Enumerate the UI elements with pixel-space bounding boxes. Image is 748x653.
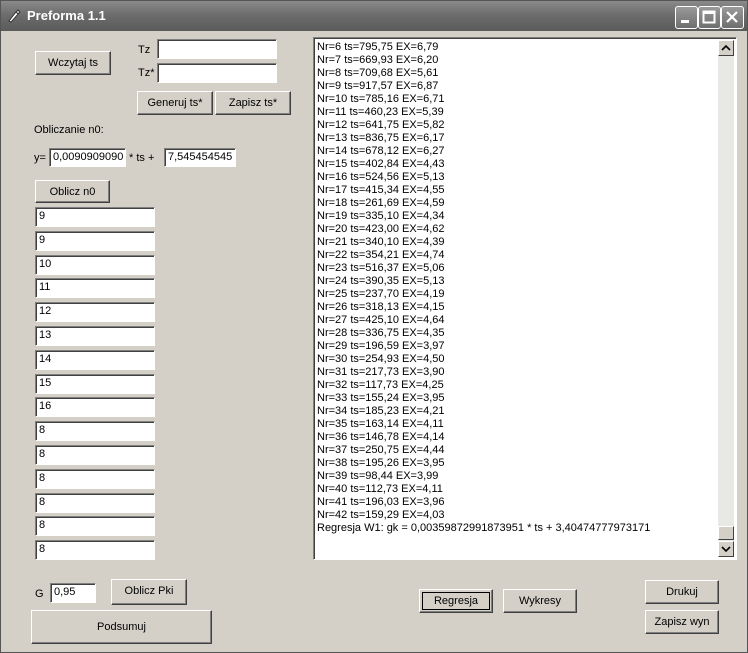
n0-heading: Obliczanie n0: <box>34 124 104 136</box>
chevron-up-icon <box>721 44 731 51</box>
n0-value-field[interactable]: 12 <box>35 302 155 323</box>
result-line: Nr=20 ts=423,00 EX=4,62 <box>317 223 445 235</box>
n0-value-field[interactable]: 8 <box>35 468 155 489</box>
charts-button[interactable]: Wykresy <box>503 589 577 613</box>
results-text: Nr=6 ts=795,75 EX=6,79 Nr=7 ts=669,93 EX=… <box>317 41 717 555</box>
close-button[interactable] <box>721 6 744 29</box>
result-line: Nr=42 ts=159,29 EX=4,03 <box>317 509 445 521</box>
result-line: Nr=14 ts=678,12 EX=6,27 <box>317 145 445 157</box>
result-line: Nr=30 ts=254,93 EX=4,50 <box>317 353 445 365</box>
n0-value-field[interactable]: 15 <box>35 373 155 394</box>
result-line: Nr=23 ts=516,37 EX=5,06 <box>317 262 445 274</box>
print-button[interactable]: Drukuj <box>645 580 719 604</box>
results-memo[interactable]: Nr=6 ts=795,75 EX=6,79 Nr=7 ts=669,93 EX=… <box>313 37 737 560</box>
result-line: Nr=21 ts=340,10 EX=4,39 <box>317 236 445 248</box>
result-line: Nr=25 ts=237,70 EX=4,19 <box>317 288 445 300</box>
tzstar-label: Tz* <box>138 67 155 79</box>
g-label: G <box>35 588 44 600</box>
result-line: Nr=33 ts=155,24 EX=3,95 <box>317 392 445 404</box>
result-line: Nr=24 ts=390,35 EX=5,13 <box>317 275 445 287</box>
scroll-thumb[interactable] <box>718 526 734 540</box>
result-line: Nr=37 ts=250,75 EX=4,44 <box>317 444 445 456</box>
maximize-button[interactable] <box>698 6 721 29</box>
close-icon <box>726 11 738 23</box>
scroll-down-button[interactable] <box>718 541 734 557</box>
n0-value-field[interactable]: 16 <box>35 397 155 418</box>
result-line: Nr=17 ts=415,34 EX=4,55 <box>317 184 445 196</box>
client-area: Wczytaj ts Tz Tz* Generuj ts* Zapisz ts*… <box>5 31 743 648</box>
window-title: Preforma 1.1 <box>27 8 106 23</box>
result-line: Nr=35 ts=163,14 EX=4,11 <box>317 418 444 430</box>
result-line: Nr=10 ts=785,16 EX=6,71 <box>317 93 445 105</box>
save-results-button[interactable]: Zapisz wyn <box>645 610 719 634</box>
n0-value-field[interactable]: 8 <box>35 492 155 513</box>
tz-field[interactable] <box>157 39 277 59</box>
result-line: Nr=18 ts=261,69 EX=4,59 <box>317 197 445 209</box>
tzstar-field[interactable] <box>157 63 277 83</box>
n0-value-field[interactable]: 11 <box>35 278 155 299</box>
ts-label: * ts + <box>129 152 155 164</box>
result-line: Nr=12 ts=641,75 EX=5,82 <box>317 119 445 131</box>
n0-value-field[interactable]: 9 <box>35 230 155 251</box>
result-line: Nr=29 ts=196,59 EX=3,97 <box>317 340 445 352</box>
result-line: Nr=13 ts=836,75 EX=6,17 <box>317 132 445 144</box>
chevron-down-icon <box>721 546 731 553</box>
result-line: Nr=39 ts=98,44 EX=3,99 <box>317 470 439 482</box>
compute-pki-button[interactable]: Oblicz Pki <box>111 579 187 605</box>
tz-label: Tz <box>138 44 151 56</box>
regression-button[interactable]: Regresja <box>419 589 493 613</box>
scroll-up-button[interactable] <box>718 40 734 56</box>
app-window: Preforma 1.1 Wczytaj ts Tz Tz* Generuj t… <box>0 0 748 653</box>
result-line: Nr=34 ts=185,23 EX=4,21 <box>317 405 445 417</box>
compute-n0-button[interactable]: Oblicz n0 <box>35 180 110 203</box>
n0-value-field[interactable]: 8 <box>35 421 155 442</box>
maximize-icon <box>702 10 716 24</box>
result-line: Nr=7 ts=669,93 EX=6,20 <box>317 54 439 66</box>
minimize-icon <box>681 20 689 23</box>
result-line: Regresja W1: gk = 0,00359872991873951 * … <box>317 522 651 534</box>
load-ts-button[interactable]: Wczytaj ts <box>35 51 111 75</box>
n0-value-field[interactable]: 14 <box>35 349 155 370</box>
result-line: Nr=28 ts=336,75 EX=4,35 <box>317 327 445 339</box>
g-field[interactable]: 0,95 <box>50 583 96 603</box>
title-bar[interactable]: Preforma 1.1 <box>1 1 747 31</box>
result-line: Nr=16 ts=524,56 EX=5,13 <box>317 171 445 183</box>
result-line: Nr=31 ts=217,73 EX=3,90 <box>317 366 445 378</box>
result-line: Nr=22 ts=354,21 EX=4,74 <box>317 249 445 261</box>
result-line: Nr=15 ts=402,84 EX=4,43 <box>317 158 445 170</box>
result-line: Nr=32 ts=117,73 EX=4,25 <box>317 379 444 391</box>
n0-value-field[interactable]: 8 <box>35 516 155 537</box>
result-line: Nr=38 ts=195,26 EX=3,95 <box>317 457 445 469</box>
minimize-button[interactable] <box>675 6 698 29</box>
result-line: Nr=6 ts=795,75 EX=6,79 <box>317 41 439 53</box>
y-label: y= <box>34 152 46 164</box>
n0-value-field[interactable]: 9 <box>35 207 155 227</box>
vertical-scrollbar[interactable] <box>718 40 734 557</box>
result-line: Nr=8 ts=709,68 EX=5,61 <box>317 67 439 79</box>
generate-ts-button[interactable]: Generuj ts* <box>137 91 213 115</box>
app-icon <box>8 9 21 23</box>
n0-value-field[interactable]: 8 <box>35 445 155 465</box>
result-line: Nr=19 ts=335,10 EX=4,34 <box>317 210 445 222</box>
result-line: Nr=26 ts=318,13 EX=4,15 <box>317 301 445 313</box>
result-line: Nr=36 ts=146,78 EX=4,14 <box>317 431 445 443</box>
result-line: Nr=9 ts=917,57 EX=6,87 <box>317 80 439 92</box>
result-line: Nr=41 ts=196,03 EX=3,96 <box>317 496 445 508</box>
result-line: Nr=11 ts=460,23 EX=5,39 <box>317 106 444 118</box>
result-line: Nr=27 ts=425,10 EX=4,64 <box>317 314 445 326</box>
summary-button[interactable]: Podsumuj <box>31 610 212 644</box>
save-ts-button[interactable]: Zapisz ts* <box>215 91 291 115</box>
intercept-field[interactable]: 7,545454545 <box>164 148 236 167</box>
n0-value-field[interactable]: 10 <box>35 254 155 275</box>
n0-value-field[interactable]: 13 <box>35 326 155 346</box>
n0-value-field[interactable]: 8 <box>35 540 155 561</box>
result-line: Nr=40 ts=112,73 EX=4,11 <box>317 483 443 495</box>
coef-field[interactable]: 0,0090909090 <box>49 148 126 167</box>
